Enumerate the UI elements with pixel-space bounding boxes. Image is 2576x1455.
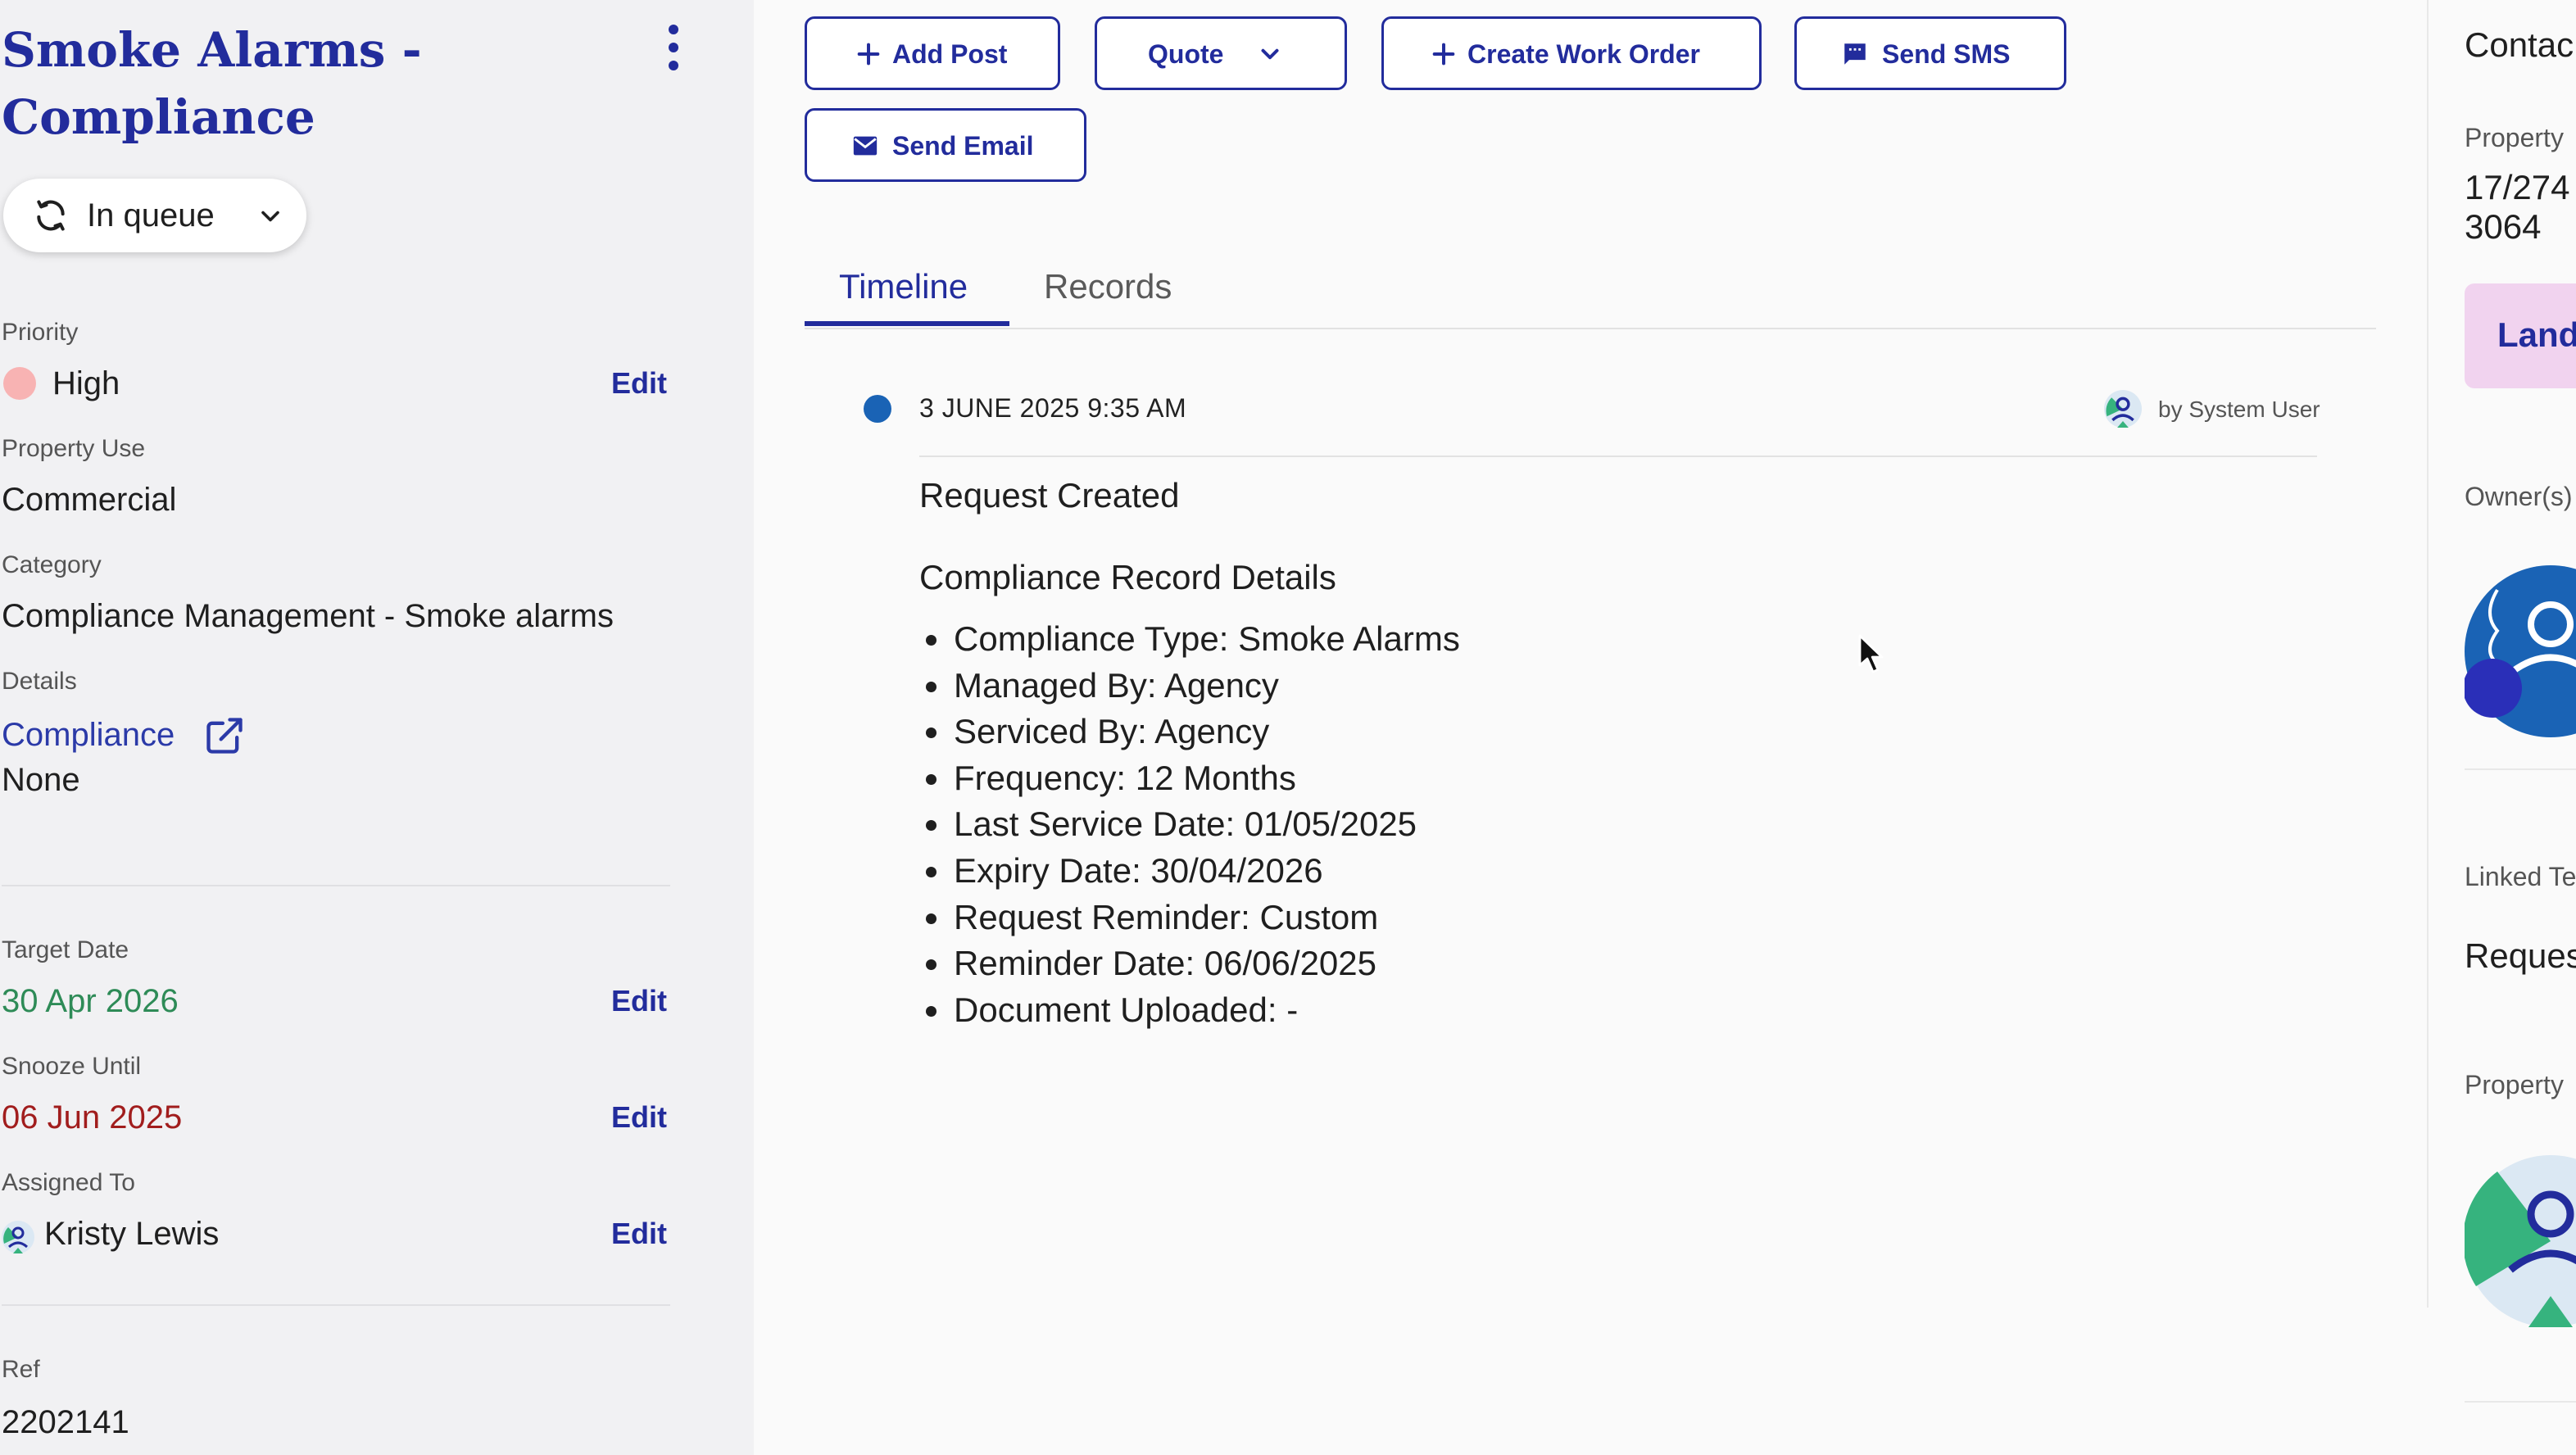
external-link-icon bbox=[203, 714, 246, 757]
ref-label: Ref bbox=[2, 1356, 40, 1383]
compliance-details-list: Compliance Type: Smoke Alarms Managed By… bbox=[919, 616, 1460, 1033]
chevron-down-icon bbox=[256, 202, 285, 231]
priority-value: High bbox=[52, 365, 120, 401]
linked-label: Linked Te bbox=[2465, 862, 2576, 891]
property-use-label: Property Use bbox=[2, 435, 146, 462]
sync-icon bbox=[33, 197, 69, 233]
timeline-date: 3 JUNE 2025 9:35 AM bbox=[919, 393, 1187, 423]
landlord-button[interactable]: Land bbox=[2465, 283, 2576, 388]
user-avatar-icon bbox=[2, 1221, 34, 1253]
list-item: Reminder Date: 06/06/2025 bbox=[952, 941, 1460, 987]
quote-label: Quote bbox=[1148, 39, 1224, 69]
details-value: None bbox=[2, 762, 80, 798]
contacts-heading: Contac bbox=[2465, 25, 2574, 64]
list-item: Document Uploaded: - bbox=[952, 987, 1460, 1034]
property-label: Property bbox=[2465, 123, 2564, 152]
section-divider bbox=[2465, 1401, 2576, 1403]
user-avatar-icon bbox=[2104, 390, 2142, 428]
property-label-2: Property bbox=[2465, 1070, 2564, 1099]
email-icon bbox=[851, 132, 879, 160]
message-icon bbox=[1841, 40, 1869, 68]
property-manager-avatar[interactable] bbox=[2465, 1155, 2576, 1327]
list-item: Managed By: Agency bbox=[952, 663, 1460, 709]
create-work-order-label: Create Work Order bbox=[1467, 39, 1700, 69]
list-item: Expiry Date: 30/04/2026 bbox=[952, 848, 1460, 895]
list-item: Compliance Type: Smoke Alarms bbox=[952, 616, 1460, 663]
plus-icon bbox=[855, 40, 882, 68]
add-post-label: Add Post bbox=[892, 39, 1008, 69]
assigned-to-label: Assigned To bbox=[2, 1169, 135, 1196]
timeline-separator bbox=[919, 456, 2317, 457]
list-item: Frequency: 12 Months bbox=[952, 755, 1460, 802]
compliance-link-text: Compliance bbox=[2, 717, 175, 753]
ref-value: 2202141 bbox=[2, 1404, 129, 1440]
sidebar-divider bbox=[2, 1304, 670, 1306]
send-sms-label: Send SMS bbox=[1882, 39, 2011, 69]
details-label: Details bbox=[2, 668, 77, 695]
owners-label: Owner(s) bbox=[2465, 482, 2573, 511]
list-item: Last Service Date: 01/05/2025 bbox=[952, 801, 1460, 848]
sidebar-divider bbox=[2, 885, 670, 886]
linked-value: Reques bbox=[2465, 936, 2576, 975]
assigned-to-edit-button[interactable]: Edit bbox=[611, 1216, 667, 1252]
snooze-until-value: 06 Jun 2025 bbox=[2, 1099, 183, 1135]
snooze-until-label: Snooze Until bbox=[2, 1053, 142, 1080]
property-address-line1: 17/274 bbox=[2465, 168, 2570, 206]
priority-label: Priority bbox=[2, 319, 79, 346]
list-item: Serviced By: Agency bbox=[952, 709, 1460, 755]
assigned-to-value: Kristy Lewis bbox=[44, 1216, 220, 1252]
snooze-until-edit-button[interactable]: Edit bbox=[611, 1099, 667, 1135]
landlord-button-label: Land bbox=[2497, 315, 2576, 354]
tab-bar: Timeline Records bbox=[805, 246, 2376, 329]
timeline-dot bbox=[864, 395, 891, 423]
list-item: Request Reminder: Custom bbox=[952, 895, 1460, 941]
status-value: In queue bbox=[87, 197, 215, 233]
send-email-button[interactable]: Send Email bbox=[805, 108, 1086, 182]
chevron-down-icon bbox=[1256, 40, 1284, 68]
left-sidebar: Smoke Alarms - Compliance In queue Prior… bbox=[0, 0, 754, 1455]
add-post-button[interactable]: Add Post bbox=[805, 16, 1060, 90]
property-use-value: Commercial bbox=[2, 482, 177, 518]
category-value: Compliance Management - Smoke alarms bbox=[2, 598, 614, 634]
target-date-value: 30 Apr 2026 bbox=[2, 983, 179, 1019]
target-date-edit-button[interactable]: Edit bbox=[611, 983, 667, 1019]
quote-dropdown-button[interactable]: Quote bbox=[1095, 16, 1347, 90]
right-panel: Contac Property 17/274 3064 Land Owner(s… bbox=[2429, 0, 2576, 1455]
send-email-label: Send Email bbox=[892, 131, 1034, 161]
timeline-event-subtitle: Compliance Record Details bbox=[919, 558, 1336, 596]
priority-dot bbox=[3, 367, 36, 400]
page-title: Smoke Alarms - Compliance bbox=[2, 22, 422, 145]
mouse-cursor-icon bbox=[1858, 634, 1886, 677]
plus-icon bbox=[1430, 40, 1458, 68]
send-sms-button[interactable]: Send SMS bbox=[1794, 16, 2066, 90]
create-work-order-button[interactable]: Create Work Order bbox=[1381, 16, 1762, 90]
status-dropdown[interactable]: In queue bbox=[3, 179, 306, 252]
section-divider bbox=[2465, 768, 2576, 770]
tab-timeline[interactable]: Timeline bbox=[839, 262, 968, 311]
property-address-line2: 3064 bbox=[2465, 207, 2542, 246]
category-label: Category bbox=[2, 551, 102, 578]
timeline-event-title: Request Created bbox=[919, 476, 1180, 514]
tab-records[interactable]: Records bbox=[1044, 262, 1172, 311]
more-options-icon[interactable] bbox=[654, 23, 693, 72]
compliance-link[interactable]: Compliance bbox=[2, 714, 243, 757]
target-date-label: Target Date bbox=[2, 936, 129, 963]
owner-avatar[interactable] bbox=[2465, 565, 2576, 737]
timeline-user: by System User bbox=[2158, 397, 2320, 422]
priority-edit-button[interactable]: Edit bbox=[611, 365, 667, 401]
active-tab-indicator bbox=[805, 321, 1009, 326]
